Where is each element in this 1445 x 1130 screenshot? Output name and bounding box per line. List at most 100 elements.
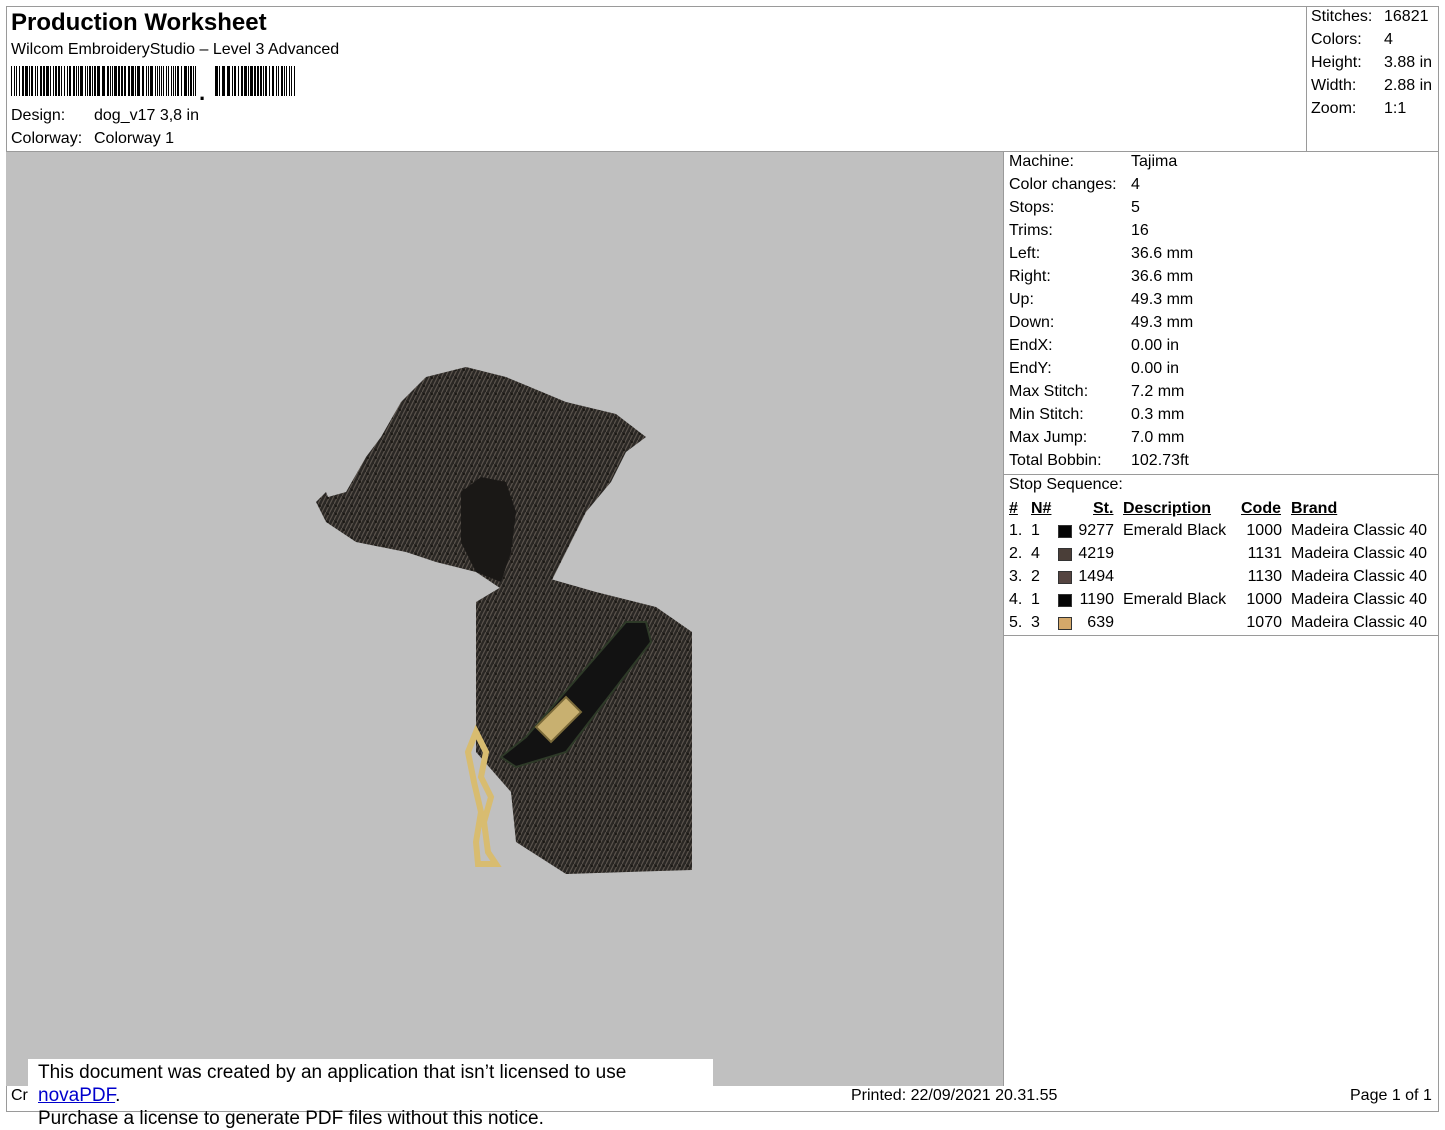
stat-label: Min Stitch: bbox=[1009, 406, 1084, 423]
stat-value: 7.2 mm bbox=[1131, 383, 1185, 400]
stop-sequence-label: Stop Sequence: bbox=[1009, 476, 1123, 493]
cell-st: 639 bbox=[1087, 614, 1114, 631]
zoom-value: 1:1 bbox=[1384, 100, 1407, 117]
cell-num: 4. bbox=[1009, 591, 1023, 608]
height-value: 3.88 in bbox=[1384, 54, 1433, 71]
stat-value: 36.6 mm bbox=[1131, 245, 1194, 262]
stat-value: 5 bbox=[1131, 199, 1140, 216]
stat-row: Min Stitch: 0.3 mm bbox=[1009, 406, 1184, 424]
cell-brand: Madeira Classic 40 bbox=[1291, 522, 1428, 539]
printed-date: Printed: 22/09/2021 20.31.55 bbox=[851, 1087, 1058, 1104]
stat-row: Down: 49.3 mm bbox=[1009, 314, 1193, 332]
table-row: 1. 1 9277 Emerald Black 1000 Madeira Classic … bbox=[1004, 522, 1439, 545]
stitches-value: 16821 bbox=[1384, 8, 1429, 25]
stat-row: Color changes: 4 bbox=[1009, 176, 1140, 194]
table-divider bbox=[1004, 635, 1439, 636]
stat-value: 36.6 mm bbox=[1131, 268, 1194, 285]
height-label: Height: bbox=[1311, 54, 1362, 71]
col-num-header: # bbox=[1009, 500, 1018, 517]
cell-code: 1000 bbox=[1246, 591, 1282, 608]
cell-num: 5. bbox=[1009, 614, 1023, 631]
stat-row: Trims: 16 bbox=[1009, 222, 1149, 240]
stats-divider bbox=[1004, 474, 1439, 475]
color-swatch bbox=[1058, 594, 1072, 607]
barcode-image: , bbox=[11, 66, 295, 100]
stat-label: Left: bbox=[1009, 245, 1041, 262]
table-row: 3. 2 1494 1130 Madeira Classic 40 bbox=[1004, 568, 1439, 591]
colorway-label: Colorway: bbox=[11, 130, 83, 147]
cell-num: 3. bbox=[1009, 568, 1023, 585]
cell-brand: Madeira Classic 40 bbox=[1291, 545, 1428, 562]
cell-code: 1000 bbox=[1246, 522, 1282, 539]
stat-row: Right: 36.6 mm bbox=[1009, 268, 1193, 286]
stat-label: Total Bobbin: bbox=[1009, 452, 1102, 469]
stat-value: 0.3 mm bbox=[1131, 406, 1185, 423]
novapdf-link[interactable]: novaPDF bbox=[38, 1085, 115, 1106]
cell-n: 1 bbox=[1031, 591, 1040, 608]
design-value: dog_v17 3,8 in bbox=[94, 107, 199, 124]
cell-brand: Madeira Classic 40 bbox=[1291, 591, 1428, 608]
notice-line-2: Purchase a license to generate PDF files… bbox=[38, 1108, 544, 1129]
cell-code: 1131 bbox=[1247, 545, 1282, 562]
stat-label: Right: bbox=[1009, 268, 1051, 285]
stat-row: Up: 49.3 mm bbox=[1009, 291, 1193, 309]
stat-label: Trims: bbox=[1009, 222, 1053, 239]
stat-row: Stops: 5 bbox=[1009, 199, 1140, 217]
cell-num: 2. bbox=[1009, 545, 1023, 562]
colors-label: Colors: bbox=[1311, 31, 1362, 48]
stat-label: Up: bbox=[1009, 291, 1034, 308]
col-code-header: Code bbox=[1241, 500, 1281, 517]
notice-text: This document was created by an applicat… bbox=[38, 1062, 627, 1083]
colorway-value: Colorway 1 bbox=[94, 130, 175, 147]
cell-n: 2 bbox=[1031, 568, 1040, 585]
stat-row: Max Stitch: 7.2 mm bbox=[1009, 383, 1184, 401]
table-row: 4. 1 1190 Emerald Black 1000 Madeira Classic … bbox=[1004, 591, 1439, 614]
col-st-header: St. bbox=[1093, 500, 1114, 517]
cell-num: 1. bbox=[1009, 522, 1023, 539]
stat-value: 49.3 mm bbox=[1131, 291, 1194, 308]
stat-label: Down: bbox=[1009, 314, 1055, 331]
cell-st: 1190 bbox=[1079, 591, 1114, 608]
stat-label: Color changes: bbox=[1009, 176, 1117, 193]
color-swatch bbox=[1058, 525, 1072, 538]
table-row: 5. 3 639 1070 Madeira Classic 40 bbox=[1004, 614, 1439, 637]
zoom-label: Zoom: bbox=[1311, 100, 1357, 117]
software-name: Wilcom EmbroideryStudio – Level 3 Advanc… bbox=[11, 41, 340, 58]
cell-brand: Madeira Classic 40 bbox=[1291, 614, 1428, 631]
page-number: Page 1 of 1 bbox=[1350, 1087, 1432, 1104]
width-label: Width: bbox=[1311, 77, 1357, 94]
stat-row: Left: 36.6 mm bbox=[1009, 245, 1193, 263]
width-value: 2.88 in bbox=[1384, 77, 1433, 94]
stat-value: Tajima bbox=[1131, 153, 1178, 170]
footer-left-text: Cr bbox=[11, 1087, 28, 1104]
novapdf-notice: This document was created by an applicat… bbox=[28, 1059, 713, 1129]
stat-label: Stops: bbox=[1009, 199, 1055, 216]
stat-label: EndX: bbox=[1009, 337, 1053, 354]
design-preview bbox=[6, 152, 1004, 1086]
color-swatch bbox=[1058, 571, 1072, 584]
stat-row: EndY: 0.00 in bbox=[1009, 360, 1179, 378]
cell-description: Emerald Black bbox=[1123, 591, 1227, 608]
colors-value: 4 bbox=[1384, 31, 1393, 48]
cell-st: 4219 bbox=[1078, 545, 1114, 562]
cell-st: 1494 bbox=[1078, 568, 1114, 585]
stat-row: Machine: Tajima bbox=[1009, 153, 1177, 171]
design-label: Design: bbox=[11, 107, 66, 124]
stat-label: EndY: bbox=[1009, 360, 1052, 377]
table-row: 2. 4 4219 1131 Madeira Classic 40 bbox=[1004, 545, 1439, 568]
stitches-label: Stitches: bbox=[1311, 8, 1373, 25]
cell-st: 9277 bbox=[1078, 522, 1114, 539]
stat-row: Max Jump: 7.0 mm bbox=[1009, 429, 1184, 447]
stat-value: 16 bbox=[1131, 222, 1149, 239]
cell-code: 1130 bbox=[1247, 568, 1282, 585]
color-swatch bbox=[1058, 617, 1072, 630]
cell-n: 1 bbox=[1031, 522, 1040, 539]
stat-value: 0.00 in bbox=[1131, 360, 1180, 377]
svg-text:,: , bbox=[199, 80, 205, 100]
cell-code: 1070 bbox=[1246, 614, 1282, 631]
dog-embroidery-image bbox=[316, 367, 692, 874]
col-n-header: N# bbox=[1031, 500, 1052, 517]
color-swatch bbox=[1058, 548, 1072, 561]
stat-row: EndX: 0.00 in bbox=[1009, 337, 1179, 355]
page-title: Production Worksheet bbox=[11, 9, 267, 36]
